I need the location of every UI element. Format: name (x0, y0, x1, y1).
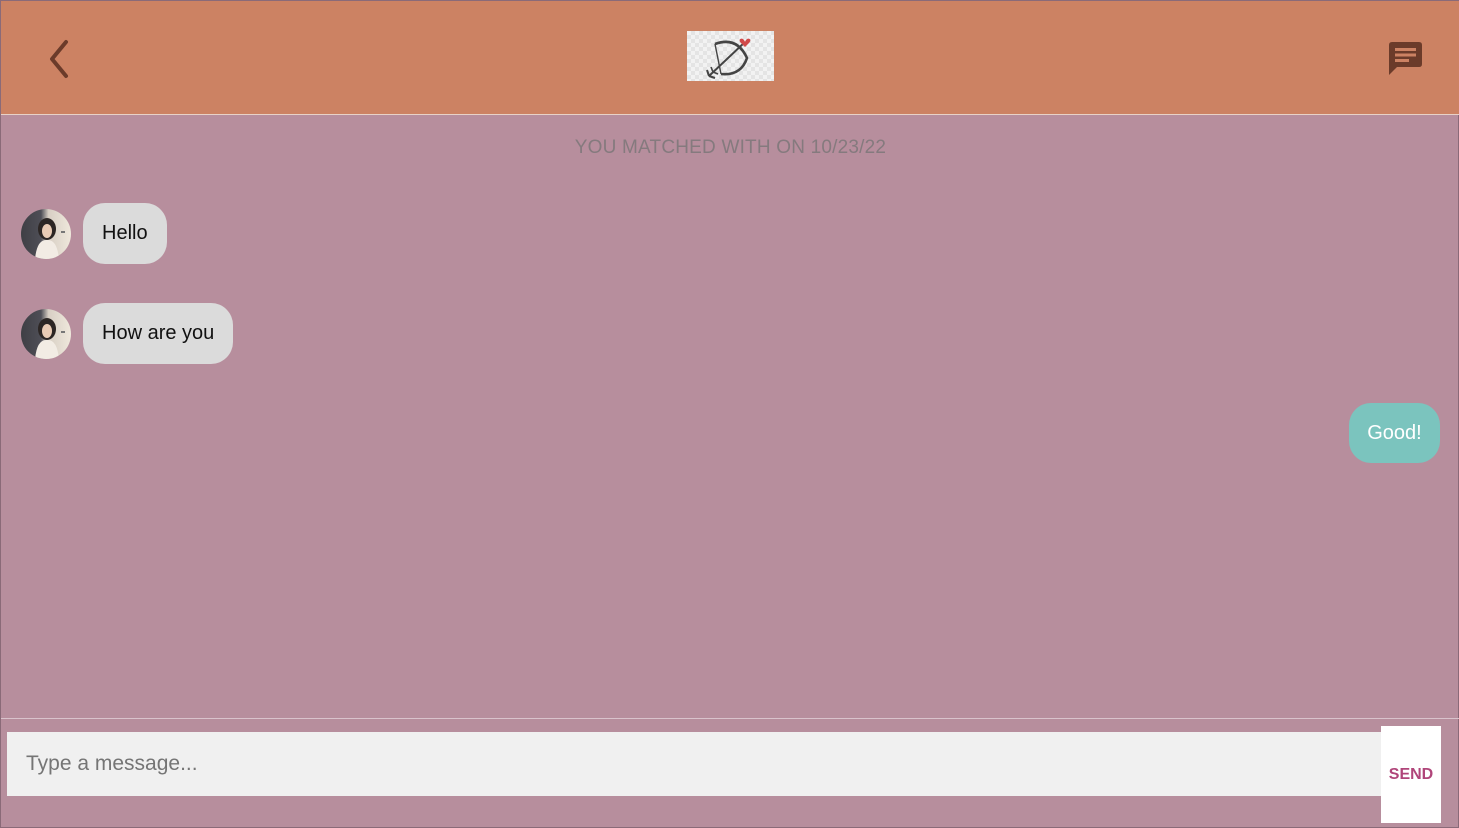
messages-button[interactable] (1381, 37, 1427, 81)
message-input[interactable] (7, 732, 1387, 796)
app-logo (687, 31, 774, 81)
profile-photo (35, 217, 65, 259)
message-bubble-outgoing: Good! (1349, 403, 1440, 463)
message-row-incoming: How are you (21, 303, 234, 364)
back-button[interactable] (37, 35, 81, 83)
cupid-bow-arrow-icon (705, 38, 750, 79)
avatar[interactable] (21, 208, 71, 259)
chat-screen: YOU MATCHED WITH ON 10/23/22 Hello How a… (0, 0, 1459, 828)
top-bar (1, 1, 1459, 115)
message-row-incoming: Hello (21, 203, 167, 264)
profile-photo (35, 317, 65, 359)
send-button[interactable]: SEND (1381, 726, 1441, 823)
chat-message-icon (1389, 42, 1422, 75)
match-date-label: YOU MATCHED WITH ON 10/23/22 (574, 137, 887, 158)
composer-divider (1, 718, 1459, 719)
avatar[interactable] (21, 308, 71, 359)
chevron-left-icon (50, 40, 68, 78)
message-bubble: Hello (83, 203, 167, 264)
message-bubble: How are you (83, 303, 234, 364)
